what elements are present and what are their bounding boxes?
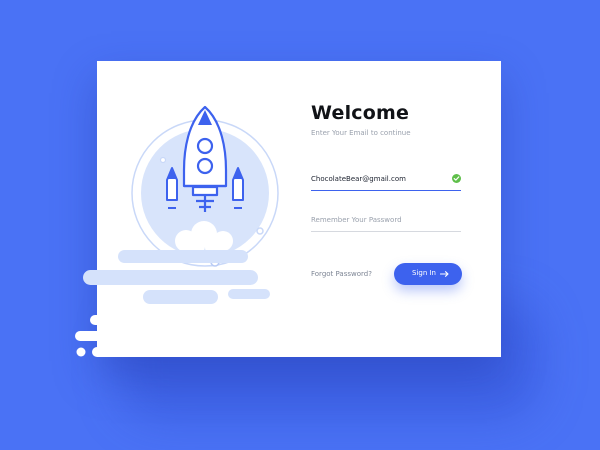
arrow-right-icon: [440, 271, 449, 277]
email-field: [311, 170, 461, 191]
sign-in-button[interactable]: Sign In: [394, 263, 462, 285]
email-input[interactable]: [311, 170, 446, 188]
page-subtitle: Enter Your Email to continue: [311, 129, 411, 137]
check-circle-icon: [452, 174, 461, 183]
password-input[interactable]: [311, 211, 446, 229]
password-field: [311, 211, 461, 232]
page-title: Welcome: [311, 102, 410, 124]
forgot-password-link[interactable]: Forgot Password?: [311, 270, 372, 278]
sign-in-label: Sign In: [412, 269, 436, 277]
login-card: [97, 61, 501, 357]
